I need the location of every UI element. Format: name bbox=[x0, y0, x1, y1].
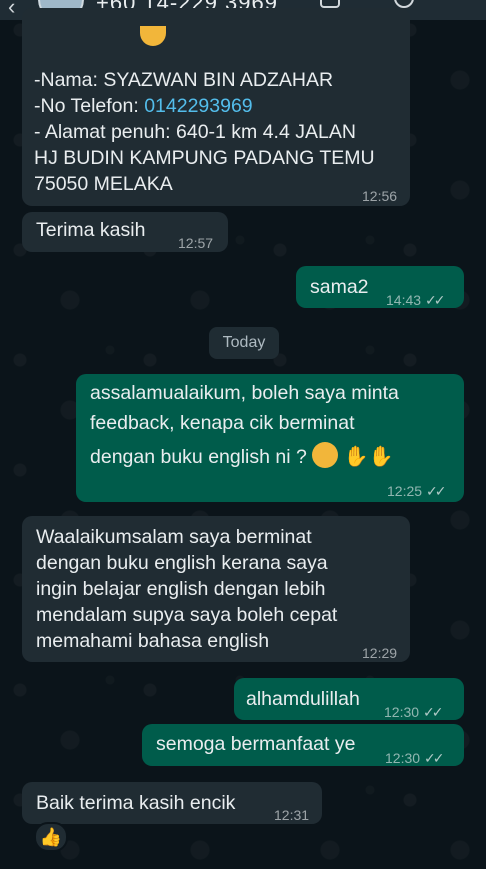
message-bubble[interactable]: semoga bermanfaat ye 12:30 ✓✓ bbox=[142, 724, 464, 766]
message-time: 14:43 bbox=[386, 292, 422, 308]
raised-hands-icon: ✋✋ bbox=[343, 446, 394, 468]
smiling-face-icon bbox=[312, 442, 339, 468]
double-check-icon: ✓✓ bbox=[424, 750, 445, 766]
message-bubble[interactable]: sama2 14:43 ✓✓ bbox=[296, 266, 464, 308]
double-check-icon: ✓✓ bbox=[425, 292, 446, 308]
message-bubble[interactable]: alhamdulillah 12:30 ✓✓ bbox=[234, 678, 464, 720]
message-line: mendalam supya saya boleh cepat bbox=[36, 604, 338, 626]
arrow-left-icon[interactable]: ‹ bbox=[8, 0, 15, 20]
message-bubble[interactable]: -Nama: SYAZWAN BIN ADZAHAR -No Telefon: … bbox=[22, 8, 410, 206]
message-line: 75050 MELAKA bbox=[34, 173, 173, 195]
message-text: Baik terima kasih encik bbox=[36, 792, 236, 814]
thumbs-up-icon[interactable]: 👍 bbox=[34, 822, 68, 852]
message-bubble[interactable]: Waalaikumsalam saya berminat dengan buku… bbox=[22, 516, 410, 662]
message-line: - Alamat penuh: 640-1 km 4.4 JALAN bbox=[34, 121, 356, 143]
message-time: 12:57 bbox=[178, 235, 214, 251]
message-line: feedback, kenapa cik berminat bbox=[90, 412, 355, 434]
message-line: assalamualaikum, boleh saya minta bbox=[90, 382, 399, 404]
message-status: 14:43 ✓✓ bbox=[386, 287, 446, 313]
message-bubble[interactable]: Terima kasih 12:57 bbox=[22, 212, 228, 252]
message-line: dengan buku english kerana saya bbox=[36, 552, 328, 574]
message-status: 12:30 ✓✓ bbox=[384, 699, 444, 725]
message-bubble[interactable]: Baik terima kasih encik 12:31 bbox=[22, 782, 322, 824]
double-check-icon: ✓✓ bbox=[423, 704, 444, 720]
message-line: ingin belajar english dengan lebih bbox=[36, 578, 326, 600]
message-line: Waalaikumsalam saya berminat bbox=[36, 526, 312, 548]
double-check-icon: ✓✓ bbox=[426, 483, 447, 499]
message-time: 12:30 bbox=[384, 704, 420, 720]
message-line: HJ BUDIN KAMPUNG PADANG TEMU bbox=[34, 147, 375, 169]
message-time: 12:56 bbox=[362, 188, 398, 204]
message-status: 12:30 ✓✓ bbox=[385, 745, 445, 771]
message-text: sama2 bbox=[310, 276, 369, 298]
smiling-face-icon bbox=[140, 26, 166, 46]
message-line: dengan buku english ni ? ✋✋ bbox=[90, 442, 399, 470]
date-separator: Today bbox=[209, 327, 279, 359]
message-text: semoga bermanfaat ye bbox=[156, 733, 356, 755]
message-time: 12:31 bbox=[274, 807, 310, 823]
message-text: alhamdulillah bbox=[246, 688, 360, 710]
message-line: -No Telefon: 0142293969 bbox=[34, 95, 253, 117]
message-line: -Nama: SYAZWAN BIN ADZAHAR bbox=[34, 69, 334, 91]
message-time: 12:25 bbox=[387, 483, 423, 499]
message-text: Terima kasih bbox=[36, 219, 146, 241]
message-status: 12:25 ✓✓ bbox=[387, 478, 447, 504]
message-bubble[interactable]: assalamualaikum, boleh saya minta feedba… bbox=[76, 374, 464, 502]
message-time: 12:30 bbox=[385, 750, 421, 766]
voice-call-icon[interactable] bbox=[394, 0, 414, 8]
message-line: memahami bahasa english bbox=[36, 630, 270, 652]
video-call-icon[interactable] bbox=[320, 0, 340, 8]
message-time: 12:29 bbox=[362, 645, 398, 661]
phone-link[interactable]: 0142293969 bbox=[144, 95, 252, 117]
